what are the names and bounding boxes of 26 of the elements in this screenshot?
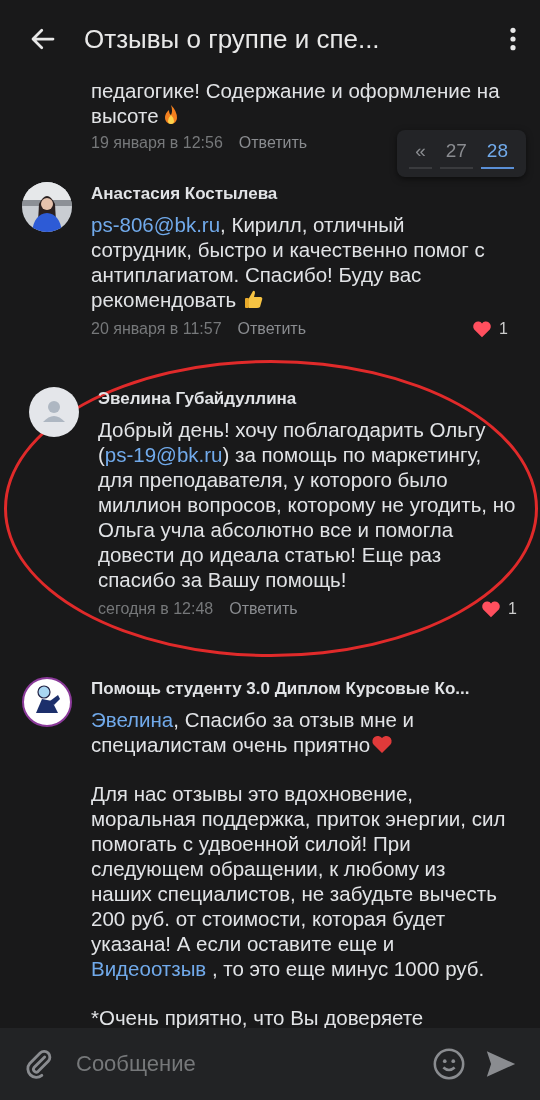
page-title: Отзывы о группе и спе... — [84, 23, 381, 55]
mention-link[interactable]: Видеоотзыв — [91, 957, 207, 980]
like-button[interactable]: 1 — [480, 598, 517, 620]
reply-button[interactable]: Ответить — [237, 320, 306, 338]
mention-link[interactable]: ps-806@bk.ru — [91, 213, 221, 236]
page-tab[interactable]: « — [409, 138, 432, 169]
author-name[interactable]: Анастасия Костылева — [91, 184, 508, 204]
comment-date: сегодня в 12:48 — [98, 600, 214, 618]
comment-text: Эвелина, Спасибо за отзыв мне и специалистам очень приятно — [91, 707, 416, 757]
comment-text: Добрый день! хочу поблагодарить Ольгу (ps-19@bk.ru) за помощь по маркетингу, для преподавателя, у которого было миллион вопросов, которому не угодить, но Ольга учла абсолютно все и помогла довести до идеала статью! Еще раз спасибо за Вашу помощь! — [98, 417, 517, 592]
comment-text: ps-806@bk.ru, Кирилл, отличный сотрудник, быстро и качественно помог с антиплагиатом. Спасибо! Буду вас рекомендовать — [91, 212, 486, 312]
mention-link[interactable]: ps-19@bk.ru — [104, 443, 223, 466]
reply-button[interactable]: Ответить — [229, 600, 298, 618]
author-name[interactable]: Помощь студенту 3.0 Диплом Курсовые Ко... — [91, 679, 508, 699]
mention-link[interactable]: Эвелина — [91, 708, 174, 731]
comment-date: 20 января в 11:57 — [91, 320, 222, 338]
emoji-icon[interactable] — [432, 1047, 466, 1081]
comment-date: 19 января в 12:56 — [91, 134, 223, 152]
comment-text: Для нас отзывы это вдохновение, моральная поддержка, приток энергии, сил помогать с удвоенной силой! При следующем обращении, к любому из наших специалистов, не забудьте вычесть 200 руб. от стоимости, которая будет указана! А если оставите еще и Видеоотзыв , то это еще минус 1000 руб. — [91, 781, 507, 981]
comment-text: педагогике! Содержание и оформление на высоте — [91, 78, 501, 128]
page-tab[interactable]: 27 — [439, 138, 473, 169]
more-icon[interactable] — [508, 26, 518, 52]
reply-button[interactable]: Ответить — [238, 134, 308, 152]
author-name[interactable]: Эвелина Губайдуллина — [98, 389, 517, 409]
page-tab[interactable]: 28 — [480, 138, 514, 169]
like-button[interactable]: 1 — [471, 318, 508, 340]
